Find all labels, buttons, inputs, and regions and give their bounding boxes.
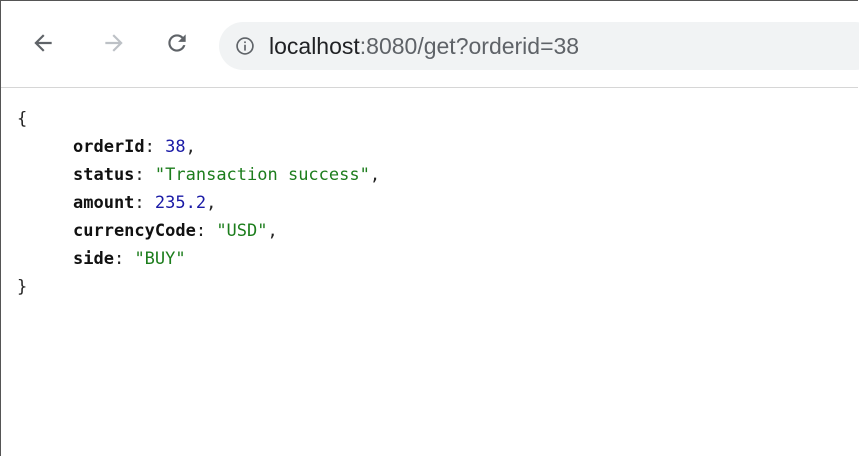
back-button[interactable]: [25, 25, 61, 61]
info-icon[interactable]: [233, 34, 257, 58]
reload-button[interactable]: [159, 25, 195, 61]
json-value: "USD": [216, 221, 268, 241]
json-colon: :: [195, 221, 217, 241]
url-path: :8080/get?orderid=38: [359, 32, 580, 59]
forward-button[interactable]: [96, 25, 132, 61]
json-field-status: status: "Transaction success",: [17, 161, 380, 189]
reload-icon: [168, 34, 186, 52]
browser-window: localhost:8080/get?orderid=38 { orderId:…: [0, 0, 859, 456]
json-colon: :: [113, 249, 135, 269]
json-key: amount: [73, 193, 135, 213]
json-field-amount: amount: 235.2,: [17, 189, 380, 217]
address-bar[interactable]: localhost:8080/get?orderid=38: [219, 22, 859, 70]
forward-arrow-icon: [105, 34, 123, 52]
json-colon: :: [134, 193, 155, 213]
json-open-brace: {: [17, 109, 28, 129]
url-text[interactable]: localhost:8080/get?orderid=38: [269, 33, 579, 60]
json-key: orderId: [73, 137, 145, 157]
json-value: 38: [165, 137, 186, 157]
json-colon: :: [144, 137, 166, 157]
json-key: status: [73, 165, 135, 185]
json-value: "Transaction success": [154, 165, 370, 185]
json-comma: ,: [369, 165, 381, 185]
url-host: localhost: [269, 32, 360, 59]
json-comma: ,: [185, 137, 196, 157]
json-field-currencycode: currencyCode: "USD",: [17, 217, 380, 245]
json-comma: ,: [206, 193, 217, 213]
json-close-brace: }: [17, 277, 28, 297]
back-arrow-icon: [34, 34, 52, 52]
json-viewer: { orderId: 38, status: "Transaction succ…: [17, 105, 380, 301]
json-field-side: side: "BUY": [17, 245, 380, 273]
json-comma: ,: [267, 221, 278, 241]
json-key: side: [73, 249, 114, 269]
browser-toolbar: localhost:8080/get?orderid=38: [1, 1, 859, 88]
json-key: currencyCode: [73, 221, 196, 241]
json-field-orderid: orderId: 38,: [17, 133, 380, 161]
json-colon: :: [134, 165, 155, 185]
json-value: 235.2: [154, 193, 207, 213]
json-value: "BUY": [134, 249, 186, 269]
